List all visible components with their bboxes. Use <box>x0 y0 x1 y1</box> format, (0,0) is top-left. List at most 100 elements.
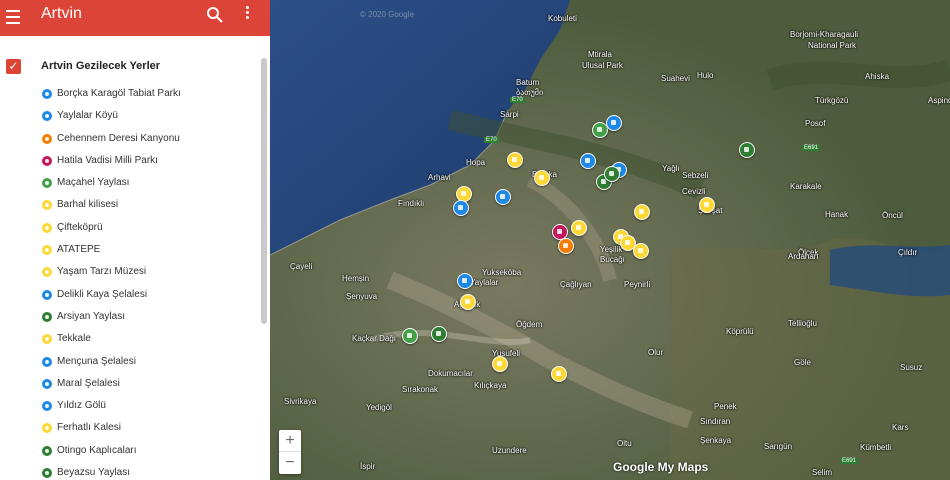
waterfall-icon <box>42 289 52 300</box>
map-place-label: Sındıran <box>700 417 731 426</box>
list-item[interactable]: Tekkale <box>0 329 260 351</box>
list-item-label: Cehennem Deresi Kanyonu <box>57 132 180 144</box>
list-item-label: Delikli Kaya Şelalesi <box>57 288 148 300</box>
list-item[interactable]: Borçka Karagöl Tabiat Parkı <box>0 84 260 106</box>
map-place-label: Sarpi <box>500 110 519 119</box>
tree-icon <box>42 445 52 456</box>
list-item[interactable]: Maral Şelalesi <box>0 374 260 396</box>
tree-icon <box>42 311 52 322</box>
map-place-label: Tellioğlu <box>788 319 817 328</box>
map-place-label: Borjomi-Kharagauli <box>790 30 859 39</box>
landmark-icon <box>42 200 52 211</box>
map-place-label: Dokumacılar <box>428 369 473 378</box>
map-place-label: Ahiska <box>865 72 890 81</box>
list-item[interactable]: Beyazsu Yaylası <box>0 463 260 480</box>
map-place-label: Fındıklı <box>398 199 425 208</box>
zoom-out-button[interactable]: − <box>279 452 301 474</box>
map-place-label: Hanak <box>825 210 849 219</box>
map-marker-tree-icon[interactable] <box>402 328 418 344</box>
tree-icon <box>42 178 52 189</box>
map-place-label: Yukseköba <box>482 268 522 277</box>
map-place-label: Sebzeli <box>682 171 709 180</box>
list-item-label: Yıldız Gölü <box>57 400 106 412</box>
map-place-label: Çayeli <box>290 262 313 271</box>
map-place-label: Kılıçkaya <box>474 381 507 390</box>
map-place-label: Türkgözü <box>815 96 849 105</box>
map-marker-waterfall-icon[interactable] <box>457 273 473 289</box>
map-marker-waterfall-icon[interactable] <box>580 153 596 169</box>
map-place-label: Olur <box>648 348 664 357</box>
more-options-icon[interactable] <box>243 4 251 24</box>
list-item[interactable]: Yaylalar Köyü <box>0 106 260 128</box>
map-place-label: Sırakonak <box>402 385 439 394</box>
map-marker-water-drop-icon[interactable] <box>495 189 511 205</box>
map-marker-landmark-icon[interactable] <box>699 197 715 213</box>
map-place-label: Hulo <box>697 71 714 80</box>
map-marker-tree-icon[interactable] <box>604 166 620 182</box>
waterfall-icon <box>42 401 52 412</box>
layer-checkbox[interactable]: ✓ <box>6 59 21 74</box>
map-marker-landmark-icon[interactable] <box>571 220 587 236</box>
list-item[interactable]: Cehennem Deresi Kanyonu <box>0 129 260 151</box>
map-marker-waterfall-icon[interactable] <box>453 200 469 216</box>
map-marker-landmark-icon[interactable] <box>534 170 550 186</box>
list-item-label: Yaşam Tarzı Müzesi <box>57 266 147 278</box>
map-marker-hiking-icon[interactable] <box>558 238 574 254</box>
waterfall-icon <box>42 378 52 389</box>
map-place-label: Selim <box>812 468 833 477</box>
google-my-maps-logo: Google My Maps <box>613 460 709 474</box>
map-place-label: Yağlı <box>662 164 680 173</box>
hiking-icon <box>42 133 52 144</box>
list-item[interactable]: ATATEPE <box>0 240 260 262</box>
hamburger-menu-icon[interactable] <box>6 6 24 28</box>
map-marker-waterfall-icon[interactable] <box>606 115 622 131</box>
map-marker-landmark-icon[interactable] <box>634 204 650 220</box>
water-drop-icon <box>42 111 52 122</box>
map-marker-landmark-icon[interactable] <box>633 243 649 259</box>
map-place-label: Kobuleti <box>548 14 577 23</box>
map-place-label: İspir <box>360 462 376 471</box>
list-item[interactable]: Yaşam Tarzı Müzesi <box>0 262 260 284</box>
map-marker-landmark-icon[interactable] <box>460 294 476 310</box>
map-place-label: Kars <box>892 423 909 432</box>
list-item-label: Maral Şelalesi <box>57 377 120 389</box>
map-view[interactable]: © 2020 Google Kobuleti Borjomi-Kharagauli… <box>270 0 950 480</box>
map-place-label: Yedigöl <box>366 403 392 412</box>
layer-header[interactable]: ✓ Artvin Gezilecek Yerler <box>0 50 260 80</box>
map-place-label: Öncül <box>882 211 903 220</box>
map-place-label: Uzundere <box>492 446 527 455</box>
list-item[interactable]: Delikli Kaya Şelalesi <box>0 285 260 307</box>
list-item-label: Tekkale <box>57 333 91 345</box>
road-shield: E70 <box>510 97 525 103</box>
list-item[interactable]: Maçahel Yaylası <box>0 173 260 195</box>
map-place-label: National Park <box>808 41 857 50</box>
search-icon[interactable] <box>205 5 225 25</box>
map-place-label: Yaylalar <box>470 278 499 287</box>
scrollbar[interactable] <box>261 58 267 324</box>
map-marker-landmark-icon[interactable] <box>551 366 567 382</box>
map-place-label: Peynirli <box>624 280 651 289</box>
list-item[interactable]: Yıldız Gölü <box>0 396 260 418</box>
list-item[interactable]: Hatila Vadisi Milli Parkı <box>0 151 260 173</box>
map-place-label: Şenkaya <box>700 436 732 445</box>
map-marker-tree-icon[interactable] <box>739 142 755 158</box>
list-item[interactable]: Arsiyan Yaylası <box>0 307 260 329</box>
list-item[interactable]: Otingo Kaplıcaları <box>0 441 260 463</box>
list-item[interactable]: Barhal kilisesi <box>0 195 260 217</box>
sidebar-panel: Artvin ✓ Artvin Gezilecek Yerler Borçka … <box>0 0 271 480</box>
map-marker-tree-icon[interactable] <box>431 326 447 342</box>
list-item-label: Barhal kilisesi <box>57 199 119 211</box>
road-shield: E70 <box>484 137 499 143</box>
landmark-icon <box>42 334 52 345</box>
zoom-in-button[interactable]: + <box>279 430 301 452</box>
road-shield: E691 <box>840 458 859 464</box>
list-item-label: Maçahel Yaylası <box>57 177 130 189</box>
list-item[interactable]: Çifteköprü <box>0 218 260 240</box>
map-marker-landmark-icon[interactable] <box>492 356 508 372</box>
zoom-controls: + − <box>279 430 301 474</box>
map-place-label: Cevizli <box>682 187 706 196</box>
waterfall-icon <box>42 356 52 367</box>
map-marker-landmark-icon[interactable] <box>507 152 523 168</box>
list-item[interactable]: Ferhatlı Kalesi <box>0 418 260 440</box>
list-item[interactable]: Mençuna Şelalesi <box>0 352 260 374</box>
